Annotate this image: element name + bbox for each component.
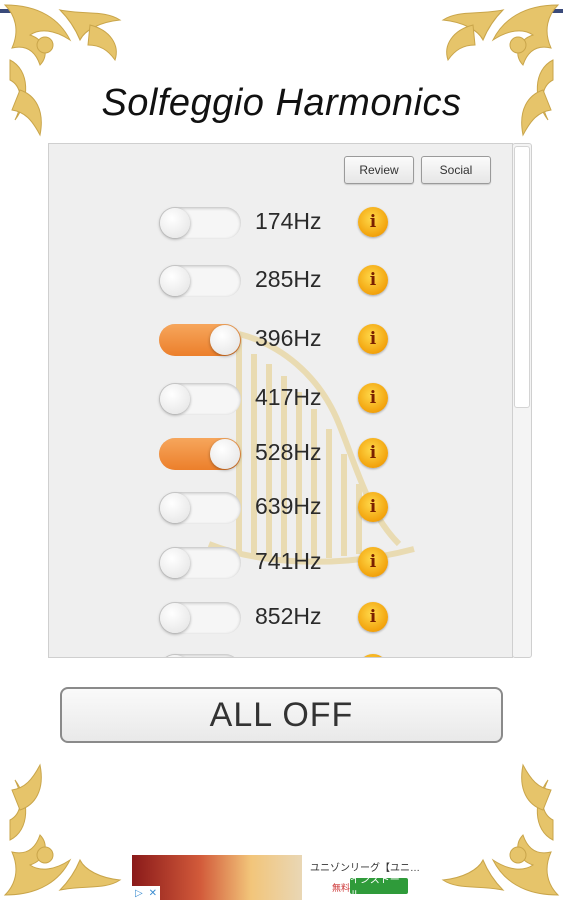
frequency-toggle[interactable] [159,265,241,297]
frequency-toggle-partial[interactable] [159,654,241,657]
frequency-row-partial: i [49,650,512,657]
frequency-toggle[interactable] [159,492,241,524]
frequency-toggle[interactable] [159,438,241,470]
info-icon[interactable]: i [358,207,388,237]
info-icon[interactable]: i [358,438,388,468]
ornament-icon [3,4,122,137]
frequency-toggle[interactable] [159,602,241,634]
info-icon[interactable]: i [358,324,388,354]
ad-free-label: 無料 [332,883,351,893]
frequency-label: 852Hz [255,603,322,629]
info-icon[interactable]: i [358,602,388,632]
frequency-row: 639Hz i [49,488,512,528]
frequency-label: 639Hz [255,493,322,519]
info-icon[interactable]: i [358,492,388,522]
frequency-label: 741Hz [255,548,322,574]
frequency-label: 174Hz [255,208,322,234]
info-icon[interactable]: i [358,654,388,657]
list-scrollbar[interactable] [512,143,532,658]
frequency-row: 741Hz i [49,543,512,583]
ad-close-icon[interactable]: ▷ ✕ [132,886,160,900]
frequency-label: 396Hz [255,325,322,351]
frequency-row: 528Hz i [49,434,512,474]
frequency-toggle[interactable] [159,207,241,239]
info-icon[interactable]: i [358,383,388,413]
ad-install-button[interactable]: インストール [350,875,408,900]
ad-banner[interactable]: ユニゾンリーグ【ユニ… 無料 インストール ▷ ✕ [132,855,431,900]
frequency-row: 852Hz i [49,598,512,638]
scrollbar-thumb[interactable] [514,146,530,408]
frequency-toggle[interactable] [159,547,241,579]
ornament-icon [441,4,560,137]
frequency-row: 417Hz i [49,379,512,419]
ornament-icon [441,763,560,896]
info-icon[interactable]: i [358,547,388,577]
frequency-label: 285Hz [255,266,322,292]
frequency-row: 174Hz i [49,203,512,243]
info-icon[interactable]: i [358,265,388,295]
frequency-toggle[interactable] [159,324,241,356]
frequency-list-panel: Review Social 174Hz i 285Hz i 396Hz i 41… [48,143,513,658]
all-off-button[interactable]: ALL OFF [60,687,503,743]
ornament-icon [3,763,122,896]
page-title: Solfeggio Harmonics [101,82,462,124]
frequency-row: 285Hz i [49,261,512,301]
review-button[interactable]: Review [344,156,414,184]
frequency-toggle[interactable] [159,383,241,415]
frequency-row: 396Hz i [49,320,512,360]
frequency-label: 417Hz [255,384,322,410]
frequency-label: 528Hz [255,439,322,465]
social-button[interactable]: Social [421,156,491,184]
